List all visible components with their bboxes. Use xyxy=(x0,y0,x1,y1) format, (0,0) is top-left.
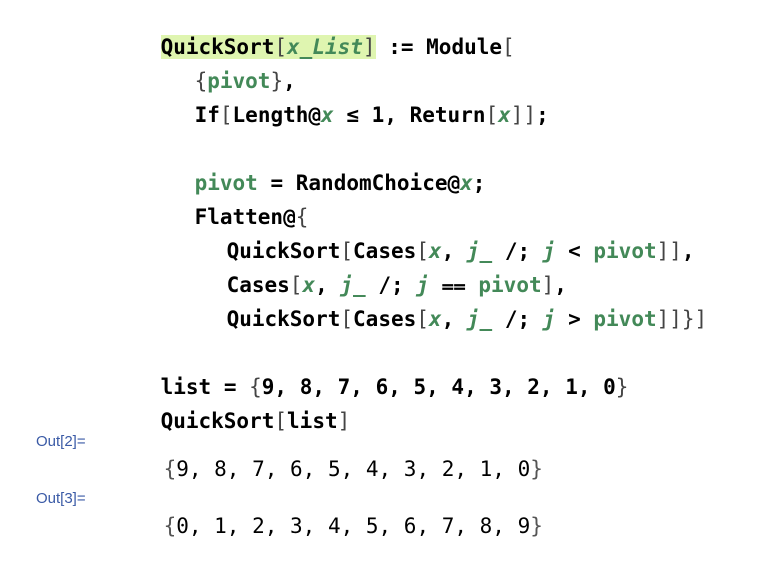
prefix-at: @ xyxy=(308,103,322,127)
return-keyword: Return xyxy=(409,103,486,127)
output-value-2: 9, 8, 7, 6, 5, 4, 3, 2, 1, 0 xyxy=(176,457,531,481)
less-operator: < xyxy=(568,239,581,263)
length-keyword: Length xyxy=(232,103,309,127)
number-one: 1 xyxy=(371,103,385,127)
var-x: x xyxy=(428,307,442,331)
output-label-2: Out[2]= xyxy=(36,433,86,450)
pattern-j: j_ xyxy=(466,307,493,331)
output-cell-3[interactable]: {0, 1, 2, 3, 4, 5, 6, 7, 8, 9} xyxy=(113,484,543,568)
leq-operator: ≤ xyxy=(346,103,360,127)
greater-operator: > xyxy=(568,307,581,331)
output-label-3: Out[3]= xyxy=(36,490,86,507)
var-x: x xyxy=(460,171,473,195)
set-delayed-operator xyxy=(376,35,389,59)
cases-keyword: Cases xyxy=(353,307,417,331)
function-name: QuickSort xyxy=(226,307,341,331)
var-j: j xyxy=(542,307,556,331)
set-delayed-symbol: := xyxy=(388,35,414,59)
if-keyword: If xyxy=(194,103,220,127)
output-value-3: 0, 1, 2, 3, 4, 5, 6, 7, 8, 9 xyxy=(176,514,531,538)
local-variable: pivot xyxy=(593,239,657,263)
notebook: QuickSort[x_List] := Module[ {pivot}, If… xyxy=(0,0,762,562)
var-x: x xyxy=(321,103,334,127)
var-x: x xyxy=(498,103,511,127)
open-bracket: [ xyxy=(502,35,515,59)
module-keyword: Module xyxy=(426,35,503,59)
random-choice-keyword: RandomChoice xyxy=(295,171,448,195)
local-variable: pivot xyxy=(593,307,657,331)
prefix-at: @ xyxy=(447,171,461,195)
condition-operator: /; xyxy=(504,307,531,331)
pattern-argument: x_List xyxy=(287,35,363,59)
close-bracket: ] xyxy=(362,35,376,59)
